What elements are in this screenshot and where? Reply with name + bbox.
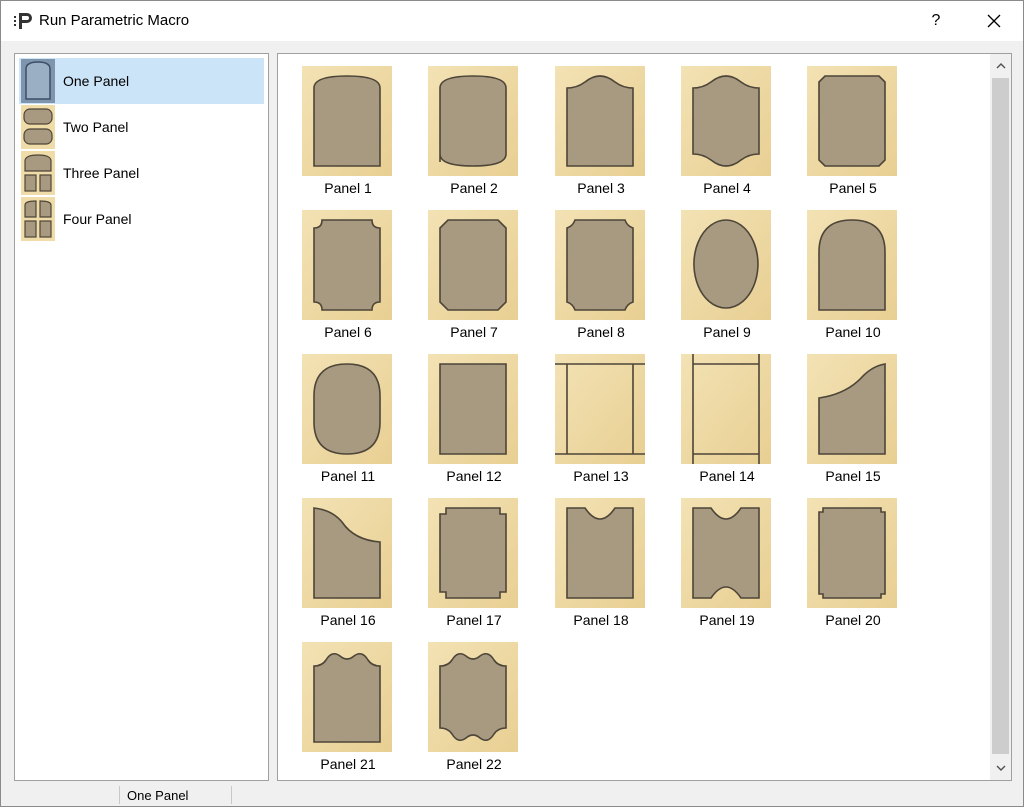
scroll-up-button[interactable] [990, 56, 1011, 76]
panel-item-8[interactable]: Panel 8 [531, 198, 657, 340]
panel-label: Panel 21 [320, 756, 376, 772]
panel-item-10[interactable]: Panel 10 [783, 198, 909, 340]
panel-label: Panel 3 [577, 180, 625, 196]
panel-label: Panel 20 [825, 612, 881, 628]
panel-thumbnail [428, 642, 518, 752]
two-panel-icon [21, 105, 55, 149]
panel-label: Panel 19 [699, 612, 755, 628]
status-separator [119, 786, 120, 804]
three-panel-icon [21, 151, 55, 195]
help-button[interactable]: ? [913, 1, 959, 41]
panel-thumbnail [302, 354, 392, 464]
panel-item-12[interactable]: Panel 12 [404, 342, 530, 484]
panel-label: Panel 16 [320, 612, 376, 628]
panel-label: Panel 10 [825, 324, 881, 340]
category-item-one-panel[interactable]: One Panel [19, 58, 264, 104]
panel-label: Panel 14 [699, 468, 755, 484]
panel-item-3[interactable]: Panel 3 [531, 54, 657, 196]
close-icon [987, 14, 1001, 28]
panel-label: Panel 11 [320, 468, 376, 484]
panel-item-5[interactable]: Panel 5 [783, 54, 909, 196]
panel-label: Panel 6 [324, 324, 372, 340]
panel-item-14[interactable]: Panel 14 [657, 342, 783, 484]
category-label: Three Panel [63, 165, 140, 181]
panel-thumbnail [302, 210, 392, 320]
panel-item-2[interactable]: Panel 2 [404, 54, 530, 196]
app-logo-icon [13, 11, 35, 31]
category-label: Two Panel [63, 119, 129, 135]
panel-label: Panel 15 [825, 468, 881, 484]
panel-item-7[interactable]: Panel 7 [404, 198, 530, 340]
panel-label: Panel 13 [573, 468, 629, 484]
panel-label: Panel 5 [829, 180, 877, 196]
category-item-three-panel[interactable]: Three Panel [19, 150, 264, 196]
four-panel-icon [21, 197, 55, 241]
title-bar[interactable]: Run Parametric Macro ? [1, 1, 1023, 41]
panel-thumbnail [428, 354, 518, 464]
panel-thumbnail [555, 210, 645, 320]
panel-item-13[interactable]: Panel 13 [531, 342, 657, 484]
panel-thumbnail [302, 498, 392, 608]
panel-item-21[interactable]: Panel 21 [278, 630, 404, 772]
category-item-four-panel[interactable]: Four Panel [19, 196, 264, 242]
chevron-up-icon [996, 63, 1005, 69]
panel-item-17[interactable]: Panel 17 [404, 486, 530, 628]
panel-label: Panel 7 [450, 324, 498, 340]
panel-thumbnail [302, 642, 392, 752]
panel-thumbnail [807, 354, 897, 464]
panel-item-19[interactable]: Panel 19 [657, 486, 783, 628]
window-title: Run Parametric Macro [39, 12, 190, 29]
panel-thumbnail [681, 210, 771, 320]
panel-thumbnail [428, 210, 518, 320]
category-list[interactable]: One Panel Two Panel Three Panel Four Pan… [14, 53, 269, 781]
panel-gallery[interactable]: Panel 1 Panel 2 Panel 3 Panel 4 Panel 5 Panel… [277, 53, 1012, 781]
panel-thumbnail [681, 354, 771, 464]
panel-item-4[interactable]: Panel 4 [657, 54, 783, 196]
panel-item-22[interactable]: Panel 22 [404, 630, 530, 772]
panel-item-6[interactable]: Panel 6 [278, 198, 404, 340]
status-bar: One Panel [1, 784, 1023, 806]
panel-grid: Panel 1 Panel 2 Panel 3 Panel 4 Panel 5 Panel… [278, 54, 990, 780]
category-label: One Panel [63, 73, 130, 89]
panel-label: Panel 1 [324, 180, 372, 196]
scroll-thumb[interactable] [992, 78, 1009, 754]
panel-thumbnail [681, 66, 771, 176]
panel-label: Panel 12 [446, 468, 502, 484]
panel-thumbnail [302, 66, 392, 176]
vertical-scrollbar[interactable] [990, 54, 1011, 780]
panel-thumbnail [807, 210, 897, 320]
status-separator [231, 786, 232, 804]
panel-label: Panel 4 [703, 180, 751, 196]
panel-thumbnail [428, 66, 518, 176]
status-text: One Panel [127, 788, 189, 803]
panel-label: Panel 22 [446, 756, 502, 772]
panel-item-18[interactable]: Panel 18 [531, 486, 657, 628]
category-label: Four Panel [63, 211, 132, 227]
panel-item-15[interactable]: Panel 15 [783, 342, 909, 484]
panel-thumbnail [681, 498, 771, 608]
panel-thumbnail [555, 354, 645, 464]
panel-thumbnail [807, 66, 897, 176]
panel-item-9[interactable]: Panel 9 [657, 198, 783, 340]
panel-thumbnail [555, 66, 645, 176]
panel-item-1[interactable]: Panel 1 [278, 54, 404, 196]
panel-item-16[interactable]: Panel 16 [278, 486, 404, 628]
panel-label: Panel 9 [703, 324, 751, 340]
panel-thumbnail [807, 498, 897, 608]
category-item-two-panel[interactable]: Two Panel [19, 104, 264, 150]
close-button[interactable] [971, 1, 1017, 41]
one-panel-icon [21, 59, 55, 103]
panel-item-20[interactable]: Panel 20 [783, 486, 909, 628]
chevron-down-icon [996, 765, 1005, 771]
scroll-down-button[interactable] [990, 758, 1011, 778]
panel-item-11[interactable]: Panel 11 [278, 342, 404, 484]
panel-label: Panel 2 [450, 180, 498, 196]
panel-thumbnail [428, 498, 518, 608]
panel-label: Panel 8 [577, 324, 625, 340]
panel-thumbnail [555, 498, 645, 608]
run-parametric-macro-dialog: Run Parametric Macro ? One Panel Two Pan… [0, 0, 1024, 807]
panel-label: Panel 18 [573, 612, 629, 628]
panel-label: Panel 17 [446, 612, 502, 628]
